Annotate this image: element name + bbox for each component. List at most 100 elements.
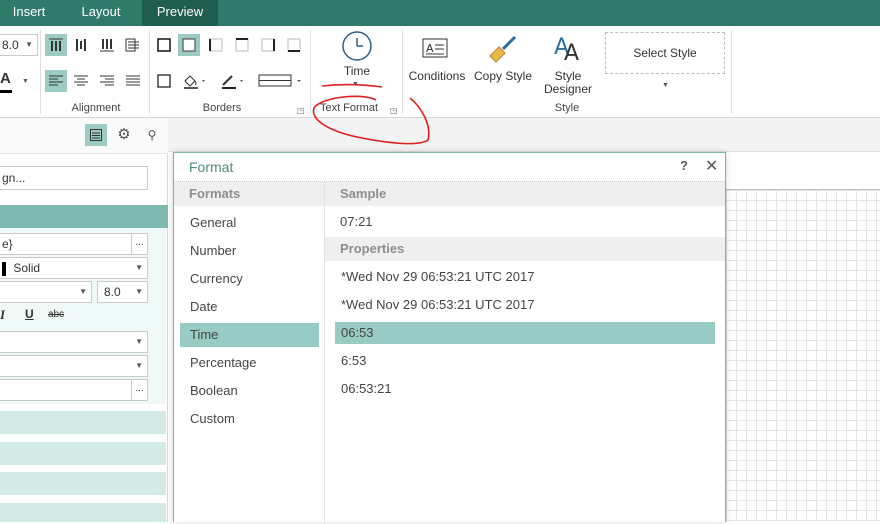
border-color-button[interactable] [218, 70, 248, 92]
style-designer-button[interactable]: A A Style Designer [538, 30, 598, 96]
align-bottom-button[interactable] [96, 34, 118, 56]
underline-button[interactable]: U [25, 307, 39, 325]
panel-collapsed-section[interactable] [0, 471, 166, 495]
panel-collapsed-section[interactable] [0, 502, 166, 522]
group-label-style: Style [554, 102, 580, 114]
border-left-button[interactable] [205, 34, 227, 56]
panel-field-1-value: gn... [2, 171, 26, 185]
format-item-number[interactable]: Number [180, 239, 319, 263]
properties-header: Properties [325, 237, 725, 261]
property-item[interactable]: 06:53:21 [335, 378, 715, 400]
strikethrough-button[interactable]: abc [48, 309, 68, 327]
align-center-button[interactable] [70, 70, 92, 92]
border-left-icon [209, 38, 223, 52]
sample-header: Sample [325, 182, 725, 206]
time-button-label: Time [343, 64, 371, 78]
panel-field-2[interactable]: e} ... [0, 233, 148, 255]
panel-select-5[interactable]: ▼ [0, 355, 148, 377]
clock-icon [342, 31, 372, 61]
panel-toolbar: ⚙ ⚲ [0, 118, 168, 154]
property-item[interactable]: *Wed Nov 29 06:53:21 UTC 2017 [335, 266, 715, 288]
ellipsis-button[interactable]: ... [131, 234, 147, 254]
chevron-down-icon[interactable]: ▼ [22, 78, 29, 85]
chevron-down-icon: ▼ [135, 361, 143, 370]
property-item-selected[interactable]: 06:53 [335, 322, 715, 344]
formats-header: Formats [174, 182, 324, 206]
border-style-button[interactable] [153, 70, 175, 92]
format-item-general[interactable]: General [180, 211, 319, 235]
design-grid-canvas[interactable] [726, 190, 880, 522]
ribbon-tab-bar: Insert Layout Preview [0, 0, 880, 26]
ribbon-separator [731, 30, 732, 114]
align-middle-button[interactable] [70, 34, 92, 56]
line-style-button[interactable] [256, 70, 306, 92]
ribbon: 8.0 ▼ A ▼ Alignment Borders ◳ Time ▼ Tex… [0, 26, 880, 118]
group-label-text-format: Text Format [319, 102, 379, 114]
align-top-button[interactable] [45, 34, 67, 56]
border-top-icon [235, 38, 249, 52]
border-all-button[interactable] [153, 34, 175, 56]
font-size-combo[interactable]: 8.0 ▼ [0, 34, 38, 56]
wrap-text-icon [125, 38, 139, 52]
style-designer-icon: A A [554, 35, 579, 62]
border-right-button[interactable] [257, 34, 279, 56]
wrap-text-button[interactable] [122, 34, 144, 56]
panel-field-2-value: e} [2, 237, 13, 251]
border-style-select[interactable]: Solid ▼ [0, 257, 148, 279]
border-bottom-button[interactable] [283, 34, 305, 56]
align-right-button[interactable] [96, 70, 118, 92]
borders-launcher-icon[interactable]: ◳ [297, 106, 305, 115]
copy-style-button[interactable]: Copy Style [472, 32, 534, 84]
border-none-icon [182, 38, 196, 52]
format-item-date[interactable]: Date [180, 295, 319, 319]
align-justify-button[interactable] [122, 70, 144, 92]
format-item-percentage[interactable]: Percentage [180, 351, 319, 375]
panel-pin-button[interactable]: ⚲ [142, 125, 162, 145]
property-item[interactable]: 6:53 [335, 350, 715, 372]
panel-select-4[interactable]: ▼ [0, 331, 148, 353]
panel-size-value: 8.0 [104, 285, 121, 299]
panel-field-6[interactable]: ... [0, 379, 148, 401]
font-size-value: 8.0 [2, 38, 19, 52]
help-button[interactable]: ? [680, 158, 688, 173]
chevron-down-icon[interactable]: ▼ [352, 81, 359, 88]
border-top-button[interactable] [231, 34, 253, 56]
format-item-currency[interactable]: Currency [180, 267, 319, 291]
border-none-button[interactable] [178, 34, 200, 56]
italic-button[interactable]: I [0, 307, 14, 325]
ribbon-separator [402, 30, 403, 114]
align-top-icon [49, 38, 63, 51]
style-designer-label-line1: Style [554, 69, 582, 83]
panel-select-3[interactable]: ▼ [0, 281, 92, 303]
panel-view-button[interactable] [85, 124, 107, 146]
tab-preview[interactable]: Preview [142, 0, 218, 26]
tab-insert[interactable]: Insert [0, 0, 58, 26]
style-designer-label-line2: Designer [543, 82, 593, 96]
text-format-launcher-icon[interactable]: ◳ [390, 106, 398, 115]
format-item-boolean[interactable]: Boolean [180, 379, 319, 403]
conditions-label: Conditions [408, 69, 466, 83]
properties-panel: ⚙ ⚲ gn... e} ... Solid ▼ ▼ 8.0 ▼ I U abc… [0, 118, 168, 522]
align-left-button[interactable] [45, 70, 67, 92]
chevron-down-icon: ▼ [135, 263, 143, 272]
tab-layout[interactable]: Layout [62, 0, 140, 26]
font-color-glyph: A [0, 70, 11, 87]
format-item-custom[interactable]: Custom [180, 407, 319, 431]
close-button[interactable]: ✕ [705, 156, 718, 176]
time-button[interactable]: Time [330, 30, 384, 82]
format-item-time[interactable]: Time [180, 323, 319, 347]
fill-color-button[interactable] [180, 70, 210, 92]
select-style-box[interactable]: Select Style [605, 32, 725, 74]
panel-section-band[interactable] [0, 205, 168, 228]
panel-size-select[interactable]: 8.0 ▼ [97, 281, 148, 303]
panel-collapsed-section[interactable] [0, 410, 166, 434]
panel-settings-button[interactable]: ⚙ [114, 125, 134, 145]
group-label-borders: Borders [202, 102, 242, 114]
ellipsis-button[interactable]: ... [131, 380, 147, 400]
conditions-button[interactable]: A Conditions [406, 32, 468, 84]
property-item[interactable]: *Wed Nov 29 06:53:21 UTC 2017 [335, 294, 715, 316]
panel-collapsed-section[interactable] [0, 441, 166, 465]
panel-field-1[interactable]: gn... [0, 166, 148, 190]
chevron-down-icon[interactable]: ▼ [662, 82, 669, 89]
align-center-icon [74, 75, 88, 86]
